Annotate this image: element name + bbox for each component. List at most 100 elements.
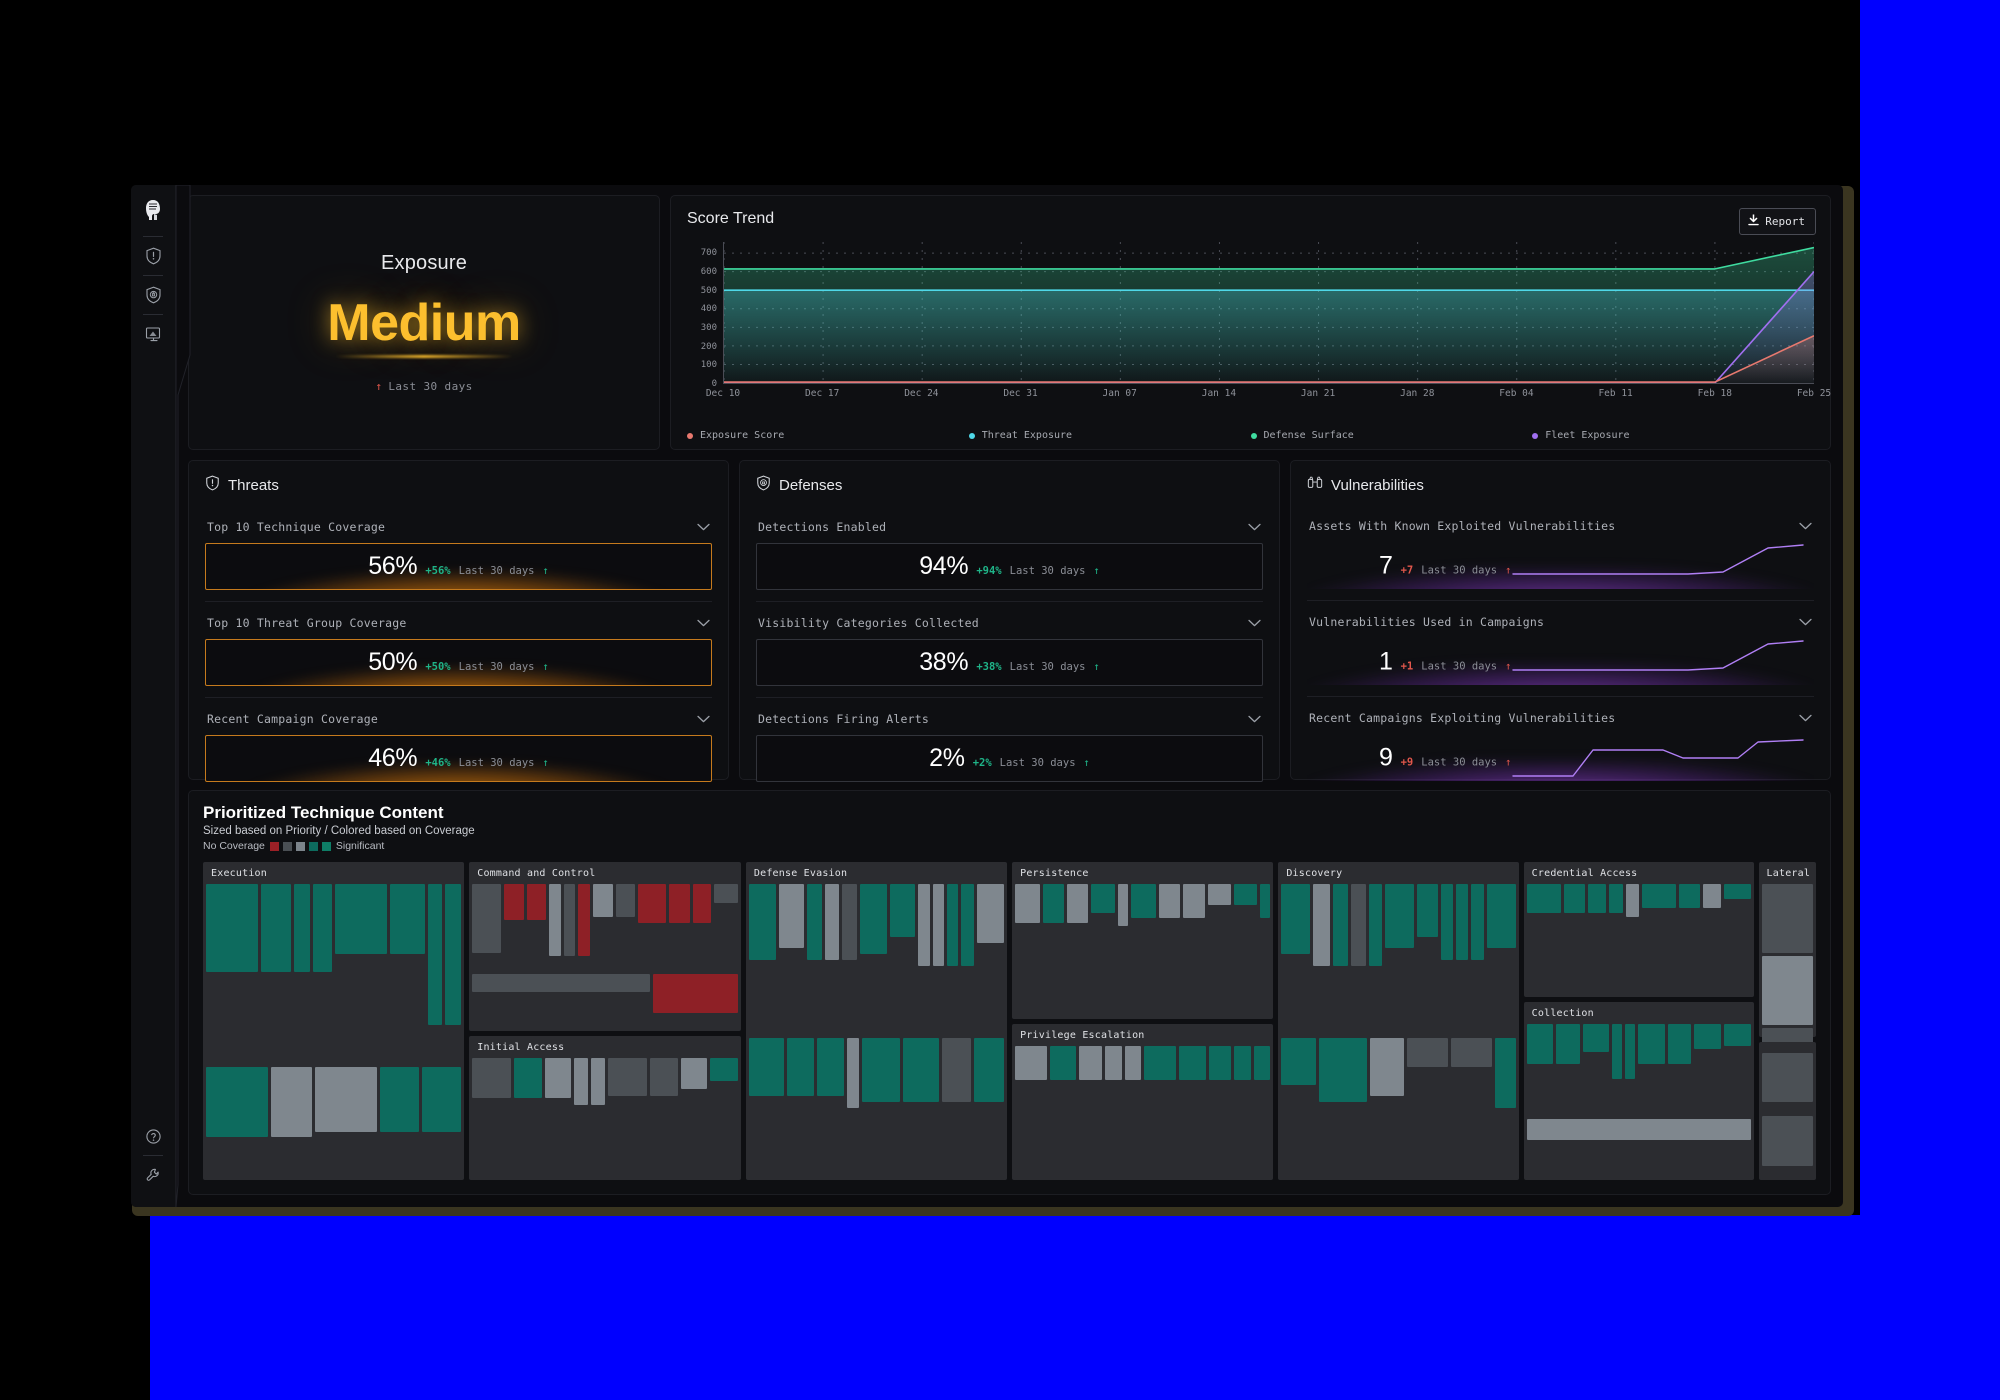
treemap-tile[interactable]: [270, 1067, 313, 1138]
chevron-down-icon[interactable]: [1799, 709, 1812, 727]
treemap-tile[interactable]: [578, 884, 590, 956]
chevron-down-icon[interactable]: [697, 710, 710, 728]
treemap-tile[interactable]: [545, 1057, 571, 1099]
treemap-tile[interactable]: [1368, 884, 1383, 967]
treemap-tile[interactable]: [890, 884, 916, 937]
treemap-tile[interactable]: [1079, 1045, 1102, 1080]
metric-value-box[interactable]: 50% +50% Last 30 days ↑: [205, 639, 712, 686]
treemap-tile[interactable]: [1131, 884, 1157, 919]
treemap-tile[interactable]: [1144, 1045, 1177, 1080]
treemap-tile[interactable]: [1556, 1024, 1580, 1065]
treemap-tile[interactable]: [748, 884, 777, 961]
treemap-tile[interactable]: [1694, 1024, 1721, 1049]
treemap-tile[interactable]: [573, 1057, 588, 1106]
treemap-tile[interactable]: [1587, 884, 1607, 913]
treemap-tile[interactable]: [1183, 884, 1205, 919]
treemap-tile[interactable]: [817, 1037, 844, 1097]
treemap-tile[interactable]: [652, 973, 738, 1013]
treemap-tile[interactable]: [941, 1037, 972, 1103]
chevron-down-icon[interactable]: [1799, 517, 1812, 535]
treemap-tile[interactable]: [315, 1067, 377, 1132]
treemap-tile[interactable]: [1638, 1024, 1665, 1065]
treemap-tile[interactable]: [787, 1037, 815, 1097]
treemap-tile[interactable]: [1625, 884, 1639, 918]
metric-label-row[interactable]: Vulnerabilities Used in Campaigns: [1307, 607, 1814, 638]
report-button[interactable]: Report: [1739, 208, 1816, 235]
treemap-tile[interactable]: [444, 884, 462, 1025]
treemap-tile[interactable]: [1450, 1037, 1493, 1068]
treemap-tile[interactable]: [1564, 884, 1585, 913]
treemap-tile[interactable]: [1625, 1024, 1636, 1080]
metric-value-box[interactable]: 1 +1 Last 30 days ↑: [1307, 638, 1814, 685]
treemap-tile[interactable]: [1526, 1119, 1751, 1141]
treemap-tile[interactable]: [748, 1037, 785, 1097]
treemap-tile[interactable]: [616, 884, 635, 918]
metric-value-box[interactable]: 7 +7 Last 30 days ↑: [1307, 542, 1814, 589]
treemap-tile[interactable]: [932, 884, 944, 967]
treemap-tile[interactable]: [842, 884, 857, 961]
treemap-tile[interactable]: [1332, 884, 1349, 967]
treemap-tile[interactable]: [1582, 1024, 1610, 1052]
legend-item[interactable]: Threat Exposure: [968, 430, 1251, 441]
treemap-tile[interactable]: [1104, 1045, 1123, 1080]
plot-area[interactable]: [723, 242, 1814, 384]
treemap-tile[interactable]: [1159, 884, 1181, 919]
chevron-down-icon[interactable]: [1248, 710, 1261, 728]
treemap-tile[interactable]: [1385, 884, 1414, 949]
chevron-down-icon[interactable]: [697, 518, 710, 536]
metric-label-row[interactable]: Top 10 Threat Group Coverage: [205, 608, 712, 639]
sidebar-item-reports[interactable]: [138, 320, 168, 348]
treemap-tile[interactable]: [1526, 884, 1562, 913]
treemap-tile[interactable]: [293, 884, 311, 972]
treemap-tile[interactable]: [976, 884, 1005, 943]
metric-label-row[interactable]: Detections Firing Alerts: [756, 704, 1263, 735]
treemap-tile[interactable]: [846, 1037, 859, 1109]
treemap-tile[interactable]: [1318, 1037, 1367, 1103]
metric-label-row[interactable]: Top 10 Technique Coverage: [205, 512, 712, 543]
treemap-tile[interactable]: [472, 884, 501, 953]
metric-label-row[interactable]: Recent Campaigns Exploiting Vulnerabilit…: [1307, 703, 1814, 734]
treemap-tile[interactable]: [1067, 884, 1089, 924]
treemap-tile[interactable]: [503, 884, 525, 920]
treemap-tile[interactable]: [1015, 1045, 1048, 1080]
treemap-tile[interactable]: [335, 884, 387, 955]
treemap-tile[interactable]: [1702, 884, 1722, 909]
treemap-tile[interactable]: [974, 1037, 1005, 1103]
treemap-tile[interactable]: [1015, 884, 1041, 924]
treemap-tile[interactable]: [1091, 884, 1115, 913]
treemap-tile[interactable]: [1641, 884, 1677, 909]
metric-value-box[interactable]: 94% +94% Last 30 days ↑: [756, 543, 1263, 590]
treemap-tile[interactable]: [1281, 884, 1311, 955]
treemap-tile[interactable]: [548, 884, 562, 956]
treemap-tile[interactable]: [472, 1057, 511, 1099]
treemap-tile[interactable]: [592, 884, 614, 918]
treemap-tile[interactable]: [1259, 884, 1271, 919]
treemap-tile[interactable]: [1369, 1037, 1404, 1097]
treemap-tile[interactable]: [946, 884, 959, 967]
treemap-tile[interactable]: [1724, 884, 1751, 900]
treemap-tile[interactable]: [206, 1067, 268, 1138]
treemap-tile[interactable]: [1486, 884, 1516, 949]
metric-value-box[interactable]: 38% +38% Last 30 days ↑: [756, 639, 1263, 686]
treemap-tile[interactable]: [608, 1057, 647, 1096]
treemap-tile[interactable]: [692, 884, 712, 923]
treemap-tile[interactable]: [1495, 1037, 1516, 1109]
treemap-tile[interactable]: [1207, 884, 1231, 906]
treemap-tile[interactable]: [1471, 884, 1484, 961]
treemap-tile[interactable]: [1761, 955, 1813, 1025]
chevron-down-icon[interactable]: [1248, 614, 1261, 632]
treemap-tile[interactable]: [513, 1057, 543, 1099]
treemap-tile[interactable]: [649, 1057, 678, 1096]
treemap-tile[interactable]: [389, 884, 425, 955]
treemap-tile[interactable]: [1179, 1045, 1206, 1080]
treemap-tile[interactable]: [961, 884, 974, 967]
treemap-tile[interactable]: [903, 1037, 939, 1103]
metric-value-box[interactable]: 56% +56% Last 30 days ↑: [205, 543, 712, 590]
treemap-tile[interactable]: [1456, 884, 1469, 961]
treemap-tile[interactable]: [807, 884, 822, 961]
treemap-tile[interactable]: [918, 884, 930, 967]
treemap-tile[interactable]: [427, 884, 442, 1025]
treemap-tile[interactable]: [527, 884, 546, 920]
treemap-tile[interactable]: [1233, 884, 1257, 906]
metric-label-row[interactable]: Detections Enabled: [756, 512, 1263, 543]
